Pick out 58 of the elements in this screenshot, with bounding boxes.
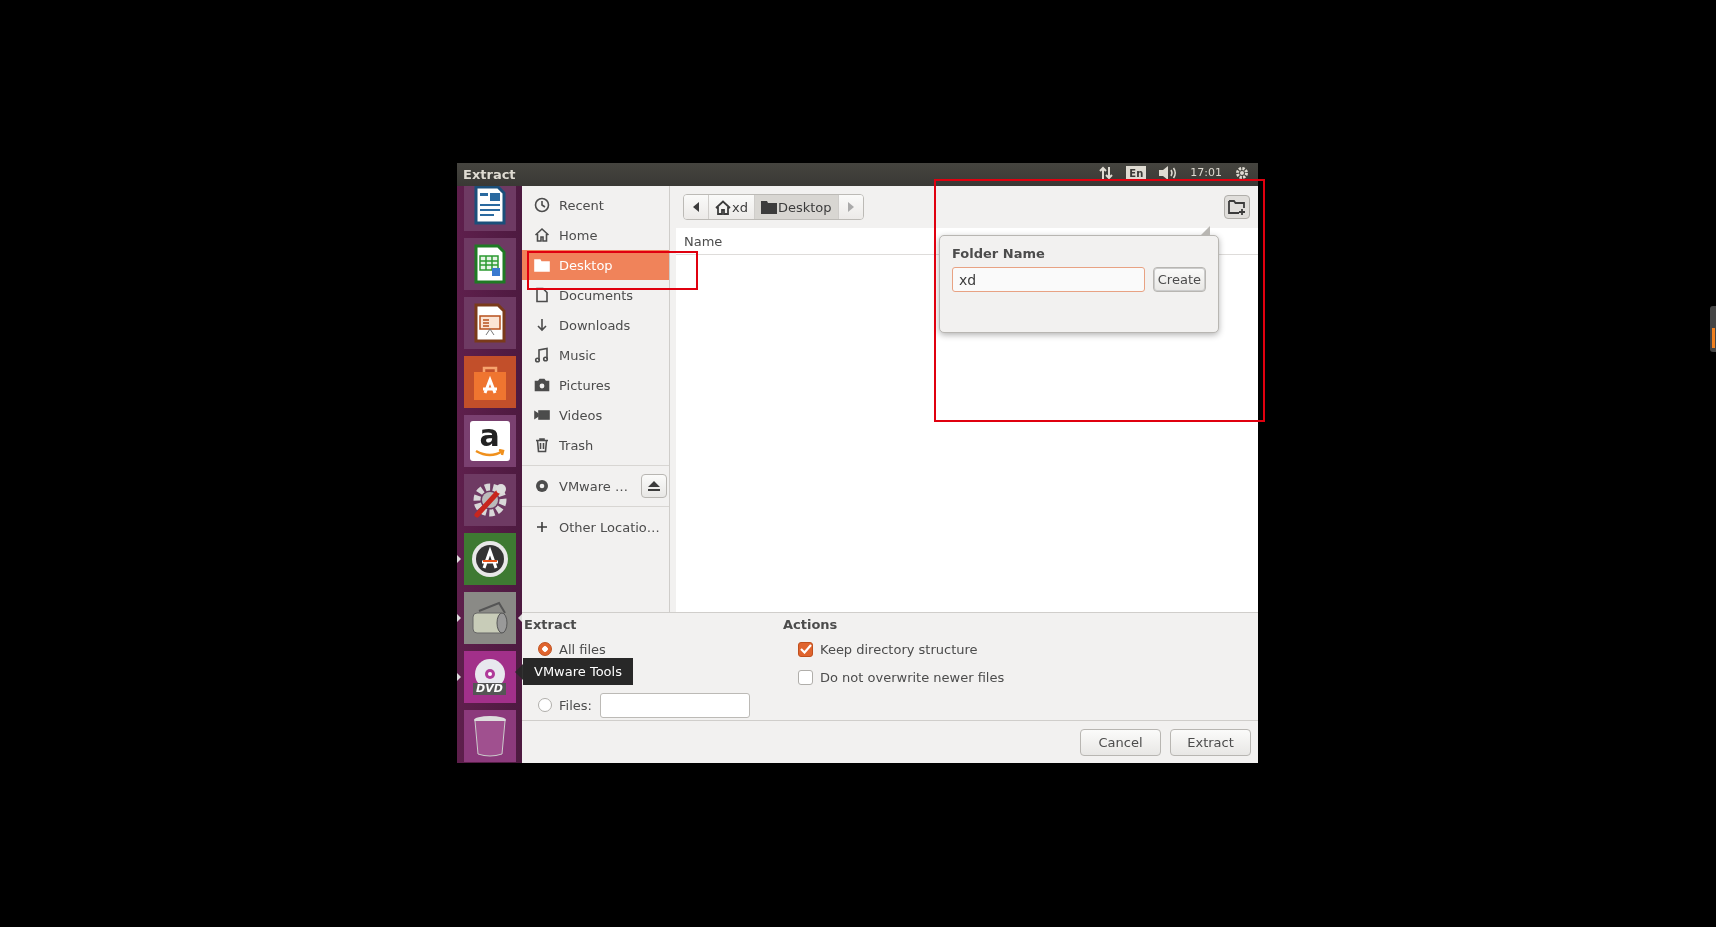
sidebar-item[interactable]: Videos bbox=[522, 400, 669, 430]
sidebar-item[interactable]: VMware … bbox=[522, 471, 628, 501]
files-field[interactable] bbox=[599, 692, 750, 718]
folder-icon bbox=[760, 200, 777, 214]
trash-icon bbox=[534, 437, 550, 453]
camera-icon bbox=[534, 377, 550, 393]
section-title: Extract bbox=[524, 616, 578, 634]
edge-handle bbox=[1710, 306, 1716, 352]
option-label: Keep directory structure bbox=[820, 641, 978, 657]
sidebar-item[interactable]: Other Locatio… bbox=[522, 512, 669, 542]
eject-icon bbox=[647, 480, 661, 492]
new-folder-button[interactable] bbox=[1224, 195, 1250, 219]
path-back-button[interactable] bbox=[684, 195, 709, 219]
clock-time[interactable]: 17:01 bbox=[1190, 167, 1222, 179]
sidebar-item[interactable]: Downloads bbox=[522, 310, 669, 340]
left-arrow-icon bbox=[693, 202, 699, 212]
folder-icon bbox=[534, 257, 550, 273]
option-label: All files bbox=[559, 641, 606, 657]
radio-button[interactable] bbox=[538, 698, 552, 712]
create-button[interactable]: Create bbox=[1152, 267, 1206, 292]
disc-icon bbox=[534, 478, 550, 494]
volume-icon[interactable] bbox=[1158, 165, 1179, 181]
eject-button[interactable] bbox=[641, 474, 667, 498]
sidebar-item[interactable]: Trash bbox=[522, 430, 669, 460]
sidebar-item[interactable]: Music bbox=[522, 340, 669, 370]
column-header[interactable]: Name bbox=[684, 233, 723, 249]
amazon-tile-icon: a bbox=[469, 421, 510, 461]
right-arrow-icon bbox=[847, 202, 854, 212]
video-icon bbox=[534, 407, 550, 423]
path-segment[interactable]: Desktop bbox=[754, 195, 839, 219]
path-segment[interactable]: xd bbox=[709, 195, 755, 219]
gear-icon[interactable] bbox=[1234, 165, 1250, 181]
music-icon bbox=[534, 347, 550, 363]
home-icon bbox=[715, 199, 731, 215]
network-arrows-icon[interactable] bbox=[1098, 165, 1115, 181]
sidebar-item[interactable]: Home bbox=[522, 220, 669, 250]
radio-button[interactable] bbox=[538, 642, 552, 656]
folder-name-field[interactable]: xd bbox=[952, 267, 1145, 292]
window-title: Extract bbox=[463, 167, 516, 182]
dialog-button[interactable]: Extract bbox=[1170, 728, 1251, 756]
folder-plus-icon bbox=[1228, 199, 1246, 215]
plus-icon bbox=[534, 519, 550, 535]
home-icon bbox=[534, 227, 550, 243]
dialog-button[interactable]: Cancel bbox=[1080, 728, 1161, 756]
popover-title: Folder Name bbox=[952, 246, 1046, 261]
checkbox[interactable] bbox=[798, 641, 813, 657]
sidebar-item[interactable]: Pictures bbox=[522, 370, 669, 400]
option-label: Do not overwrite newer files bbox=[820, 669, 1005, 685]
option-label: Files: bbox=[559, 697, 592, 713]
sidebar-item[interactable]: Recent bbox=[522, 190, 669, 220]
checkbox[interactable] bbox=[798, 669, 813, 685]
section-title: Actions bbox=[783, 616, 839, 634]
recent-icon bbox=[534, 197, 550, 213]
document-icon bbox=[534, 287, 550, 303]
download-icon bbox=[534, 317, 550, 333]
launcher-button[interactable] bbox=[457, 592, 522, 644]
tooltip: VMware Tools bbox=[515, 658, 633, 685]
sidebar-item[interactable]: Documents bbox=[522, 280, 669, 310]
